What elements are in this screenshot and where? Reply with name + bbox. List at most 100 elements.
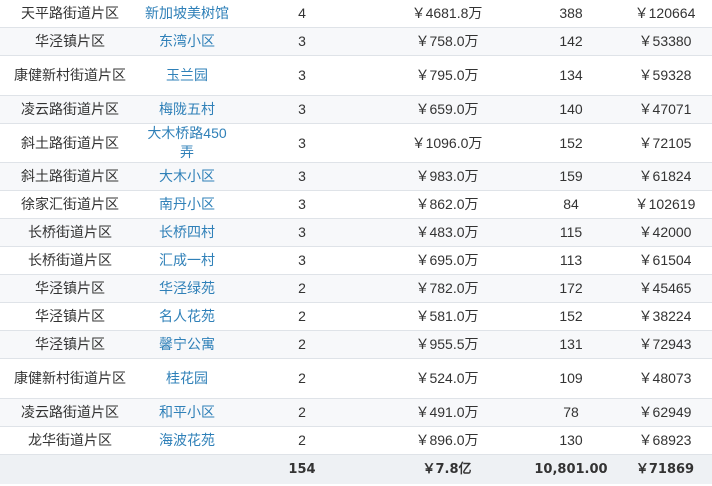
total-price-cell: ￥483.0万 <box>370 218 524 247</box>
unit-price-cell: ￥48073 <box>618 358 712 399</box>
area-cell: 115 <box>524 218 618 247</box>
total-district-cell <box>0 454 140 484</box>
total-price-cell: ￥659.0万 <box>370 95 524 124</box>
total-price-cell: ￥862.0万 <box>370 190 524 219</box>
community-name-link[interactable]: 汇成一村 <box>140 246 234 275</box>
community-name-link[interactable]: 馨宁公寓 <box>140 330 234 359</box>
unit-price-cell: ￥68923 <box>618 426 712 455</box>
unit-price-cell: ￥72105 <box>618 123 712 163</box>
total-price-cell: ￥524.0万 <box>370 358 524 399</box>
district-cell: 长桥街道片区 <box>0 218 140 247</box>
unit-price-cell: ￥45465 <box>618 274 712 303</box>
listing-count-cell: 3 <box>234 123 370 163</box>
area-cell: 172 <box>524 274 618 303</box>
total-price-cell: ￥896.0万 <box>370 426 524 455</box>
unit-price-cell: ￥38224 <box>618 302 712 331</box>
area-cell: 78 <box>524 398 618 427</box>
listing-count-cell: 3 <box>234 95 370 124</box>
area-cell: 130 <box>524 426 618 455</box>
area-cell: 152 <box>524 302 618 331</box>
total-price-cell: ￥581.0万 <box>370 302 524 331</box>
district-cell: 斜土路街道片区 <box>0 162 140 191</box>
community-name-link[interactable]: 南丹小区 <box>140 190 234 219</box>
unit-price-cell: ￥61824 <box>618 162 712 191</box>
district-cell: 康健新村街道片区 <box>0 358 140 399</box>
listing-count-cell: 3 <box>234 27 370 56</box>
total-unit-price-cell: ￥71869 <box>618 454 712 484</box>
district-cell: 华泾镇片区 <box>0 27 140 56</box>
total-price-cell: ￥491.0万 <box>370 398 524 427</box>
unit-price-cell: ￥72943 <box>618 330 712 359</box>
table-row: 华泾镇片区 华泾绿苑 2 ￥782.0万 172 ￥45465 <box>0 274 712 303</box>
community-name-link[interactable]: 华泾绿苑 <box>140 274 234 303</box>
table-row: 华泾镇片区 东湾小区 3 ￥758.0万 142 ￥53380 <box>0 27 712 56</box>
unit-price-cell: ￥62949 <box>618 398 712 427</box>
total-row: 154 ￥7.8亿 10,801.00 ￥71869 <box>0 454 712 484</box>
table-row: 凌云路街道片区 梅陇五村 3 ￥659.0万 140 ￥47071 <box>0 95 712 124</box>
community-name-link[interactable]: 桂花园 <box>140 358 234 399</box>
area-cell: 109 <box>524 358 618 399</box>
table-row: 华泾镇片区 名人花苑 2 ￥581.0万 152 ￥38224 <box>0 302 712 331</box>
unit-price-cell: ￥59328 <box>618 55 712 96</box>
table-row: 康健新村街道片区 桂花园 2 ￥524.0万 109 ￥48073 <box>0 358 712 399</box>
table-row: 康健新村街道片区 玉兰园 3 ￥795.0万 134 ￥59328 <box>0 55 712 96</box>
community-name-link[interactable]: 长桥四村 <box>140 218 234 247</box>
unit-price-cell: ￥120664 <box>618 0 712 28</box>
community-name-link[interactable]: 新加坡美树馆 <box>140 0 234 28</box>
community-name-link[interactable]: 大木桥路450弄 <box>140 123 234 163</box>
area-cell: 152 <box>524 123 618 163</box>
table-row: 斜土路街道片区 大木小区 3 ￥983.0万 159 ￥61824 <box>0 162 712 191</box>
total-price-cell: ￥782.0万 <box>370 274 524 303</box>
community-name-link[interactable]: 名人花苑 <box>140 302 234 331</box>
area-cell: 113 <box>524 246 618 275</box>
listing-table: 天平路街道片区 新加坡美树馆 4 ￥4681.8万 388 ￥120664 华泾镇片区 东湾小… <box>0 0 712 484</box>
table-row: 斜土路街道片区 大木桥路450弄 3 ￥1096.0万 152 ￥72105 <box>0 123 712 163</box>
listing-count-cell: 3 <box>234 246 370 275</box>
community-name-link[interactable]: 海波花苑 <box>140 426 234 455</box>
total-price-cell: ￥1096.0万 <box>370 123 524 163</box>
unit-price-cell: ￥61504 <box>618 246 712 275</box>
community-name-link[interactable]: 和平小区 <box>140 398 234 427</box>
total-total-price-cell: ￥7.8亿 <box>370 454 524 484</box>
listing-count-cell: 2 <box>234 302 370 331</box>
total-price-cell: ￥955.5万 <box>370 330 524 359</box>
total-price-cell: ￥983.0万 <box>370 162 524 191</box>
total-area-cell: 10,801.00 <box>524 454 618 484</box>
listing-count-cell: 2 <box>234 274 370 303</box>
community-name-link[interactable]: 梅陇五村 <box>140 95 234 124</box>
unit-price-cell: ￥102619 <box>618 190 712 219</box>
listing-table-body: 天平路街道片区 新加坡美树馆 4 ￥4681.8万 388 ￥120664 华泾镇片区 东湾小… <box>0 0 712 484</box>
area-cell: 142 <box>524 27 618 56</box>
unit-price-cell: ￥42000 <box>618 218 712 247</box>
table-row: 长桥街道片区 汇成一村 3 ￥695.0万 113 ￥61504 <box>0 246 712 275</box>
table-row: 长桥街道片区 长桥四村 3 ￥483.0万 115 ￥42000 <box>0 218 712 247</box>
community-name-link[interactable]: 东湾小区 <box>140 27 234 56</box>
total-price-cell: ￥4681.8万 <box>370 0 524 28</box>
area-cell: 134 <box>524 55 618 96</box>
district-cell: 凌云路街道片区 <box>0 95 140 124</box>
listing-count-cell: 3 <box>234 218 370 247</box>
table-row: 凌云路街道片区 和平小区 2 ￥491.0万 78 ￥62949 <box>0 398 712 427</box>
total-price-cell: ￥758.0万 <box>370 27 524 56</box>
district-cell: 徐家汇街道片区 <box>0 190 140 219</box>
listing-count-cell: 2 <box>234 426 370 455</box>
listing-count-cell: 4 <box>234 0 370 28</box>
listing-count-cell: 3 <box>234 190 370 219</box>
table-row: 徐家汇街道片区 南丹小区 3 ￥862.0万 84 ￥102619 <box>0 190 712 219</box>
community-name-link[interactable]: 玉兰园 <box>140 55 234 96</box>
district-cell: 华泾镇片区 <box>0 330 140 359</box>
district-cell: 凌云路街道片区 <box>0 398 140 427</box>
table-row: 华泾镇片区 馨宁公寓 2 ￥955.5万 131 ￥72943 <box>0 330 712 359</box>
listing-count-cell: 3 <box>234 162 370 191</box>
listing-count-cell: 2 <box>234 398 370 427</box>
district-cell: 天平路街道片区 <box>0 0 140 28</box>
area-cell: 159 <box>524 162 618 191</box>
total-name-cell <box>140 454 234 484</box>
area-cell: 131 <box>524 330 618 359</box>
listing-count-cell: 2 <box>234 330 370 359</box>
district-cell: 斜土路街道片区 <box>0 123 140 163</box>
community-name-link[interactable]: 大木小区 <box>140 162 234 191</box>
district-cell: 康健新村街道片区 <box>0 55 140 96</box>
area-cell: 140 <box>524 95 618 124</box>
area-cell: 84 <box>524 190 618 219</box>
